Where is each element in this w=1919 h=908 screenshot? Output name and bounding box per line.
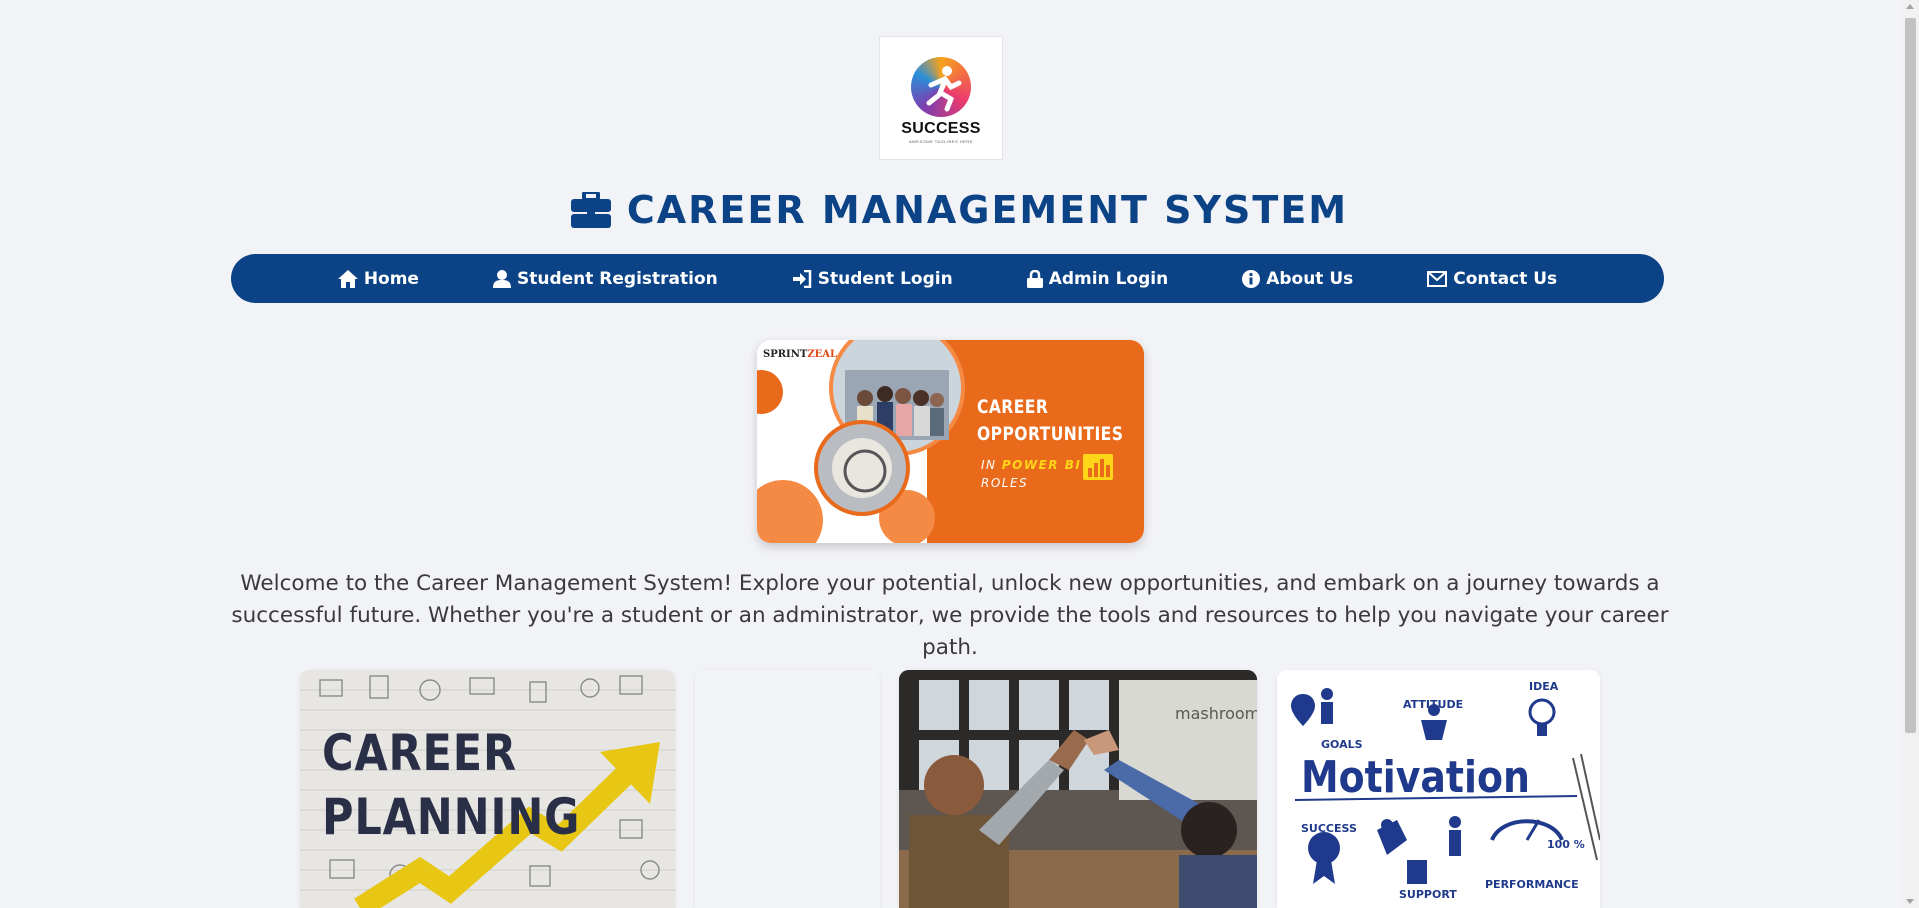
nav-contact-us[interactable]: Contact Us <box>1390 254 1594 303</box>
user-icon <box>492 269 511 288</box>
card-motivation: GOALS ATTITUDE IDEA Motivation SUCCESS S… <box>1277 670 1600 908</box>
nav-student-login[interactable]: Student Login <box>755 254 990 303</box>
motivation-success: SUCCESS <box>1301 822 1357 835</box>
runner-icon <box>926 66 962 112</box>
banner-brand-main: SPRINT <box>763 349 808 360</box>
banner-headline-line2: OPPORTUNITIES <box>977 423 1124 445</box>
nav-contact-us-label: Contact Us <box>1453 268 1558 289</box>
wall-sign-text: mashroom <box>1175 704 1257 723</box>
banner-headline-line1: CAREER <box>977 396 1049 418</box>
info-icon <box>1242 269 1261 288</box>
banner-sub-highlight: POWER BI <box>1001 458 1082 472</box>
nav-home[interactable]: Home <box>301 254 456 303</box>
envelope-icon <box>1427 270 1448 287</box>
scroll-down-arrow[interactable] <box>1906 899 1914 904</box>
banner-sub-roles: ROLES <box>981 476 1029 490</box>
career-opportunities-banner: SPRINTZEAL CAREER OPPORTUNITIES IN POWER… <box>757 340 1144 543</box>
nav-about-us-label: About Us <box>1266 268 1354 289</box>
nav-student-registration[interactable]: Student Registration <box>456 254 755 303</box>
page-title-text: CAREER MANAGEMENT SYSTEM <box>626 188 1349 232</box>
logo-word: SUCCESS <box>901 120 981 137</box>
banner-brand-accent: ZEAL <box>807 349 838 360</box>
banner-brand: SPRINTZEAL <box>763 349 837 360</box>
welcome-paragraph: Welcome to the Career Management System!… <box>231 571 1669 660</box>
site-logo: SUCCESS AWESOME TAGLINES HERE <box>879 36 1003 160</box>
motivation-attitude: ATTITUDE <box>1403 698 1464 711</box>
briefcase-icon <box>570 192 611 228</box>
nav-admin-login-label: Admin Login <box>1048 268 1169 289</box>
nav-student-registration-label: Student Registration <box>516 268 718 289</box>
nav-home-label: Home <box>363 268 419 289</box>
motivation-support: SUPPORT <box>1399 888 1457 901</box>
motivation-percent: 100 % <box>1547 838 1585 851</box>
motivation-idea: IDEA <box>1529 680 1559 693</box>
home-icon <box>337 269 358 288</box>
card-empty-placeholder <box>695 670 880 908</box>
banner-headline: CAREER OPPORTUNITIES <box>977 394 1123 448</box>
banner-subline: IN POWER BI ROLES <box>981 456 1081 492</box>
banner-sub-in: IN <box>981 458 997 472</box>
bar-chart-icon <box>1083 454 1113 480</box>
card-career-planning: CAREER PLANNING <box>300 670 675 908</box>
motivation-performance: PERFORMANCE <box>1485 878 1579 891</box>
card-team-highfive: mashroom <box>899 670 1257 908</box>
scrollbar-thumb[interactable] <box>1905 18 1916 733</box>
nav-admin-login[interactable]: Admin Login <box>990 254 1206 303</box>
motivation-word: Motivation <box>1301 752 1530 803</box>
page-title: CAREER MANAGEMENT SYSTEM <box>0 182 1919 238</box>
motivation-goals: GOALS <box>1321 738 1363 751</box>
main-navbar: Home Student Registration Student Login … <box>231 254 1664 303</box>
nav-about-us[interactable]: About Us <box>1205 254 1390 303</box>
lock-icon <box>1026 269 1043 288</box>
scroll-up-arrow[interactable] <box>1906 4 1914 9</box>
vertical-scrollbar[interactable] <box>1902 0 1919 908</box>
logo-emblem <box>911 57 971 117</box>
career-text-line2: PLANNING <box>322 788 581 846</box>
nav-student-login-label: Student Login <box>817 268 953 289</box>
logo-tagline: AWESOME TAGLINES HERE <box>909 139 973 144</box>
sign-in-icon <box>792 269 811 288</box>
career-text-line1: CAREER <box>322 724 517 782</box>
